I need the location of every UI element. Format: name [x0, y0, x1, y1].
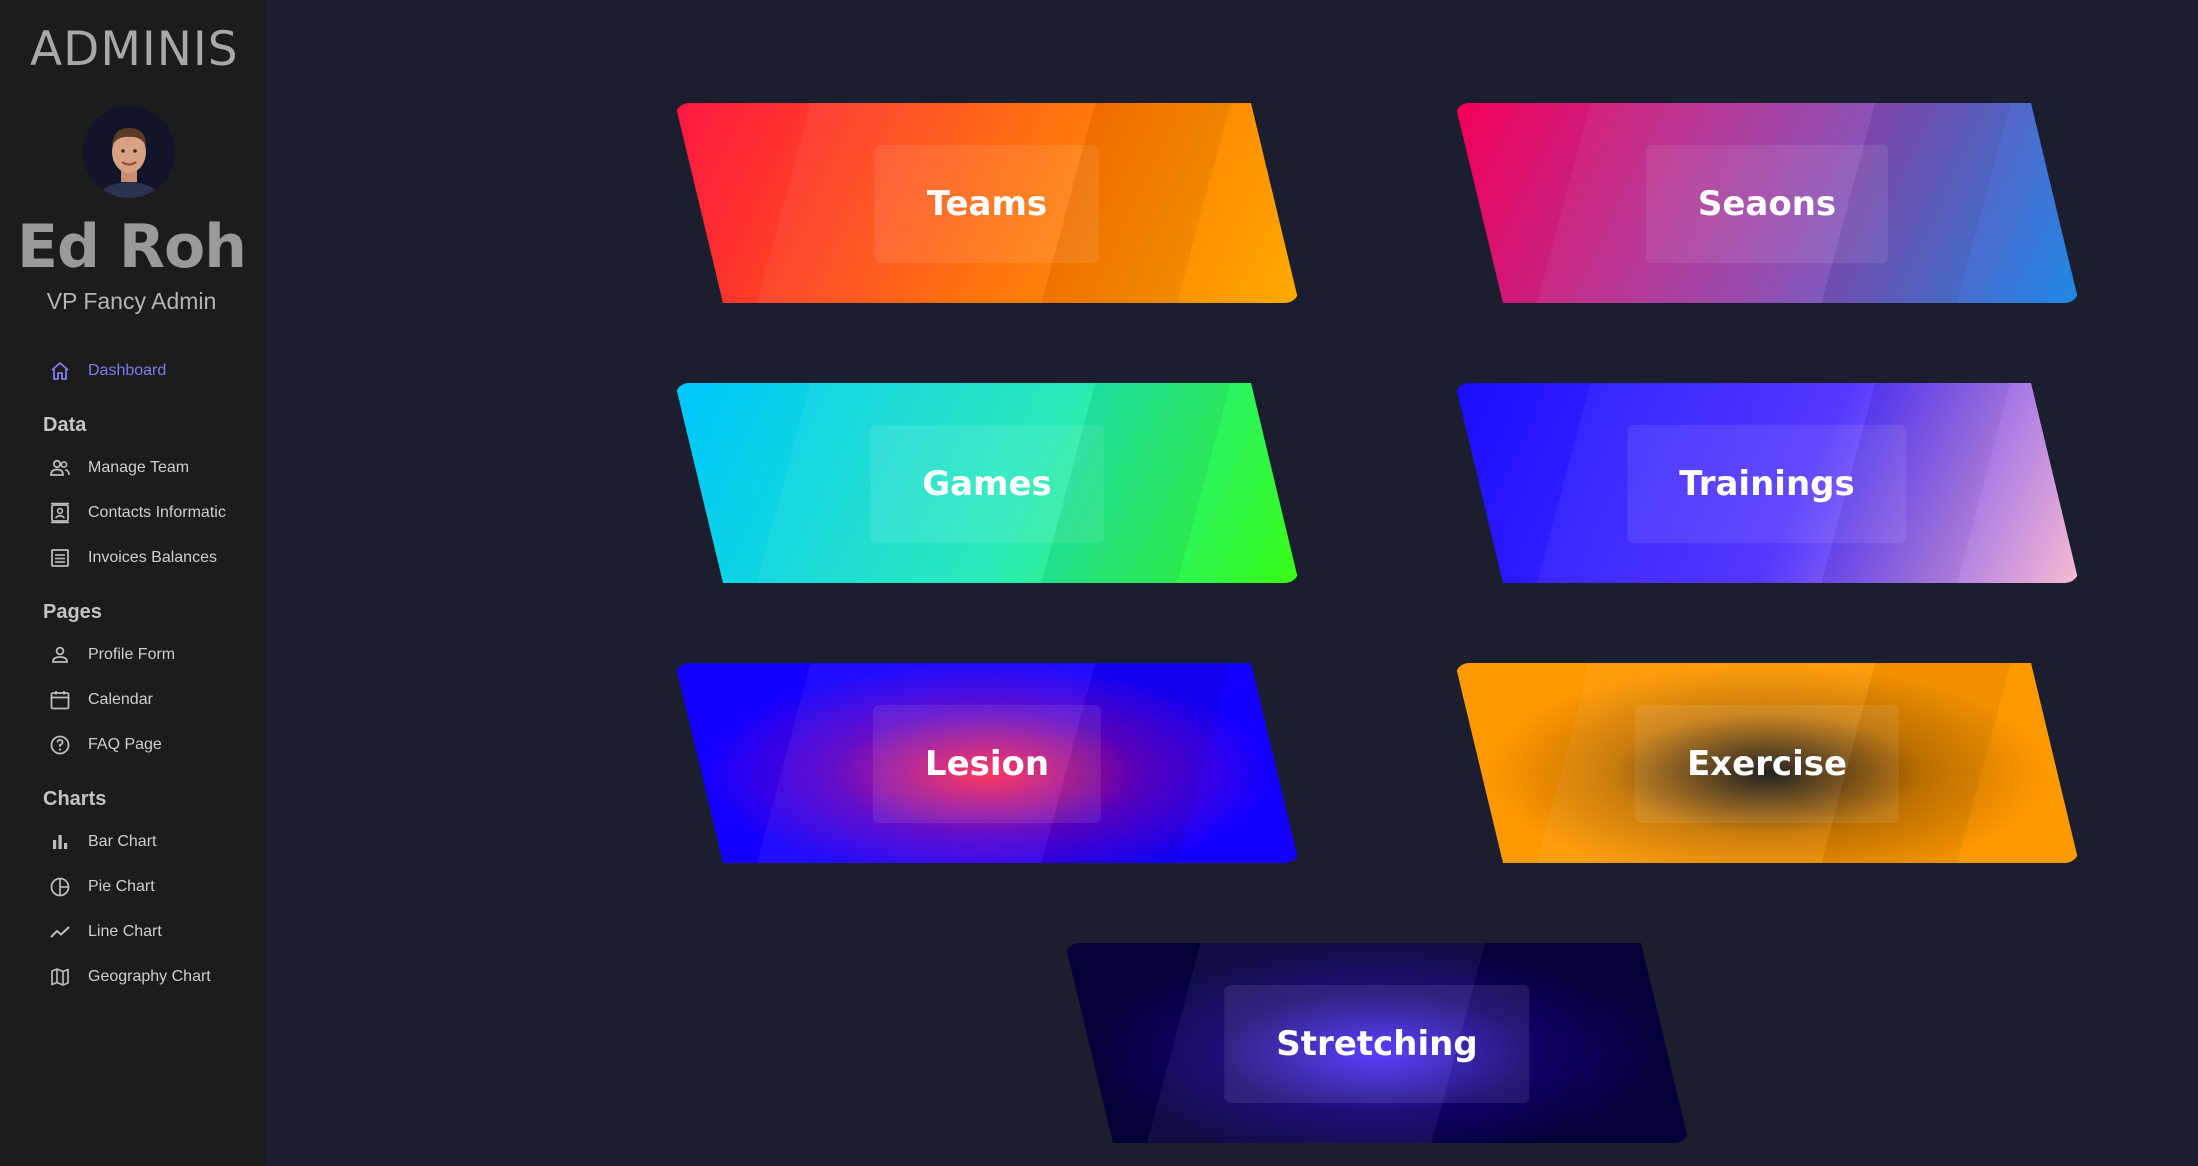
card-label: Seaons	[1697, 184, 1837, 224]
nav-item-label: Contacts Informatic	[88, 504, 226, 521]
nav-item-label: FAQ Page	[88, 736, 162, 753]
map-icon	[48, 965, 72, 989]
nav-item-label: Dashboard	[88, 362, 167, 379]
card-label: Games	[922, 464, 1052, 504]
bar-chart-icon	[48, 830, 72, 854]
nav-item-invoices[interactable]: Invoices Balances	[48, 542, 266, 574]
nav-item-label: Pie Chart	[88, 878, 155, 895]
card-label-box: Lesion	[872, 705, 1102, 823]
card-seasons[interactable]: Seaons	[1455, 103, 2079, 303]
section-title-data: Data	[43, 414, 87, 436]
person-icon	[48, 643, 72, 667]
card-label-box: Exercise	[1634, 705, 1900, 823]
nav-item-manage-team[interactable]: Manage Team	[48, 452, 266, 484]
brand-logo-text: ADMINIS	[30, 22, 239, 77]
sidebar: ADMINIS Ed Roh VP Fancy Admin Dashboard …	[0, 0, 266, 1166]
nav-item-dashboard[interactable]: Dashboard	[48, 355, 266, 387]
nav-item-profile-form[interactable]: Profile Form	[48, 639, 266, 671]
card-label-box: Games	[870, 425, 1104, 543]
pie-chart-icon	[48, 875, 72, 899]
card-label-box: Trainings	[1627, 425, 1907, 543]
contacts-icon	[48, 501, 72, 525]
card-exercise[interactable]: Exercise	[1455, 663, 2079, 863]
nav-item-label: Calendar	[88, 691, 153, 708]
home-icon	[48, 359, 72, 383]
card-lesion[interactable]: Lesion	[675, 663, 1299, 863]
section-title-charts: Charts	[43, 788, 107, 810]
card-label-box: Stretching	[1224, 985, 1530, 1103]
card-teams[interactable]: Teams	[675, 103, 1299, 303]
nav-item-label: Profile Form	[88, 646, 176, 663]
receipt-icon	[48, 546, 72, 570]
section-title-pages: Pages	[43, 601, 102, 623]
avatar	[83, 106, 175, 198]
card-label: Lesion	[924, 744, 1050, 784]
card-label: Stretching	[1276, 1024, 1478, 1064]
nav-item-contacts[interactable]: Contacts Informatic	[48, 497, 266, 529]
card-label-box: Seaons	[1645, 145, 1889, 263]
nav-item-label: Bar Chart	[88, 833, 157, 850]
card-label: Exercise	[1686, 744, 1848, 784]
card-label: Teams	[926, 184, 1048, 224]
nav-item-label: Manage Team	[88, 459, 190, 476]
nav-item-label: Invoices Balances	[88, 549, 217, 566]
help-icon	[48, 733, 72, 757]
card-label: Trainings	[1679, 464, 1855, 504]
nav-item-label: Line Chart	[88, 923, 162, 940]
nav-item-pie-chart[interactable]: Pie Chart	[48, 871, 266, 903]
nav-item-faq[interactable]: FAQ Page	[48, 729, 266, 761]
user-role: VP Fancy Admin	[46, 288, 217, 314]
calendar-icon	[48, 688, 72, 712]
user-name: Ed Roh	[17, 212, 247, 282]
card-trainings[interactable]: Trainings	[1455, 383, 2079, 583]
nav-item-bar-chart[interactable]: Bar Chart	[48, 826, 266, 858]
card-label-box: Teams	[874, 145, 1100, 263]
card-games[interactable]: Games	[675, 383, 1299, 583]
nav-item-label: Geography Chart	[88, 968, 211, 985]
nav-item-calendar[interactable]: Calendar	[48, 684, 266, 716]
people-icon	[48, 456, 72, 480]
nav-item-geography-chart[interactable]: Geography Chart	[48, 961, 266, 993]
nav-item-line-chart[interactable]: Line Chart	[48, 916, 266, 948]
line-chart-icon	[48, 920, 72, 944]
card-stretching[interactable]: Stretching	[1065, 943, 1689, 1143]
